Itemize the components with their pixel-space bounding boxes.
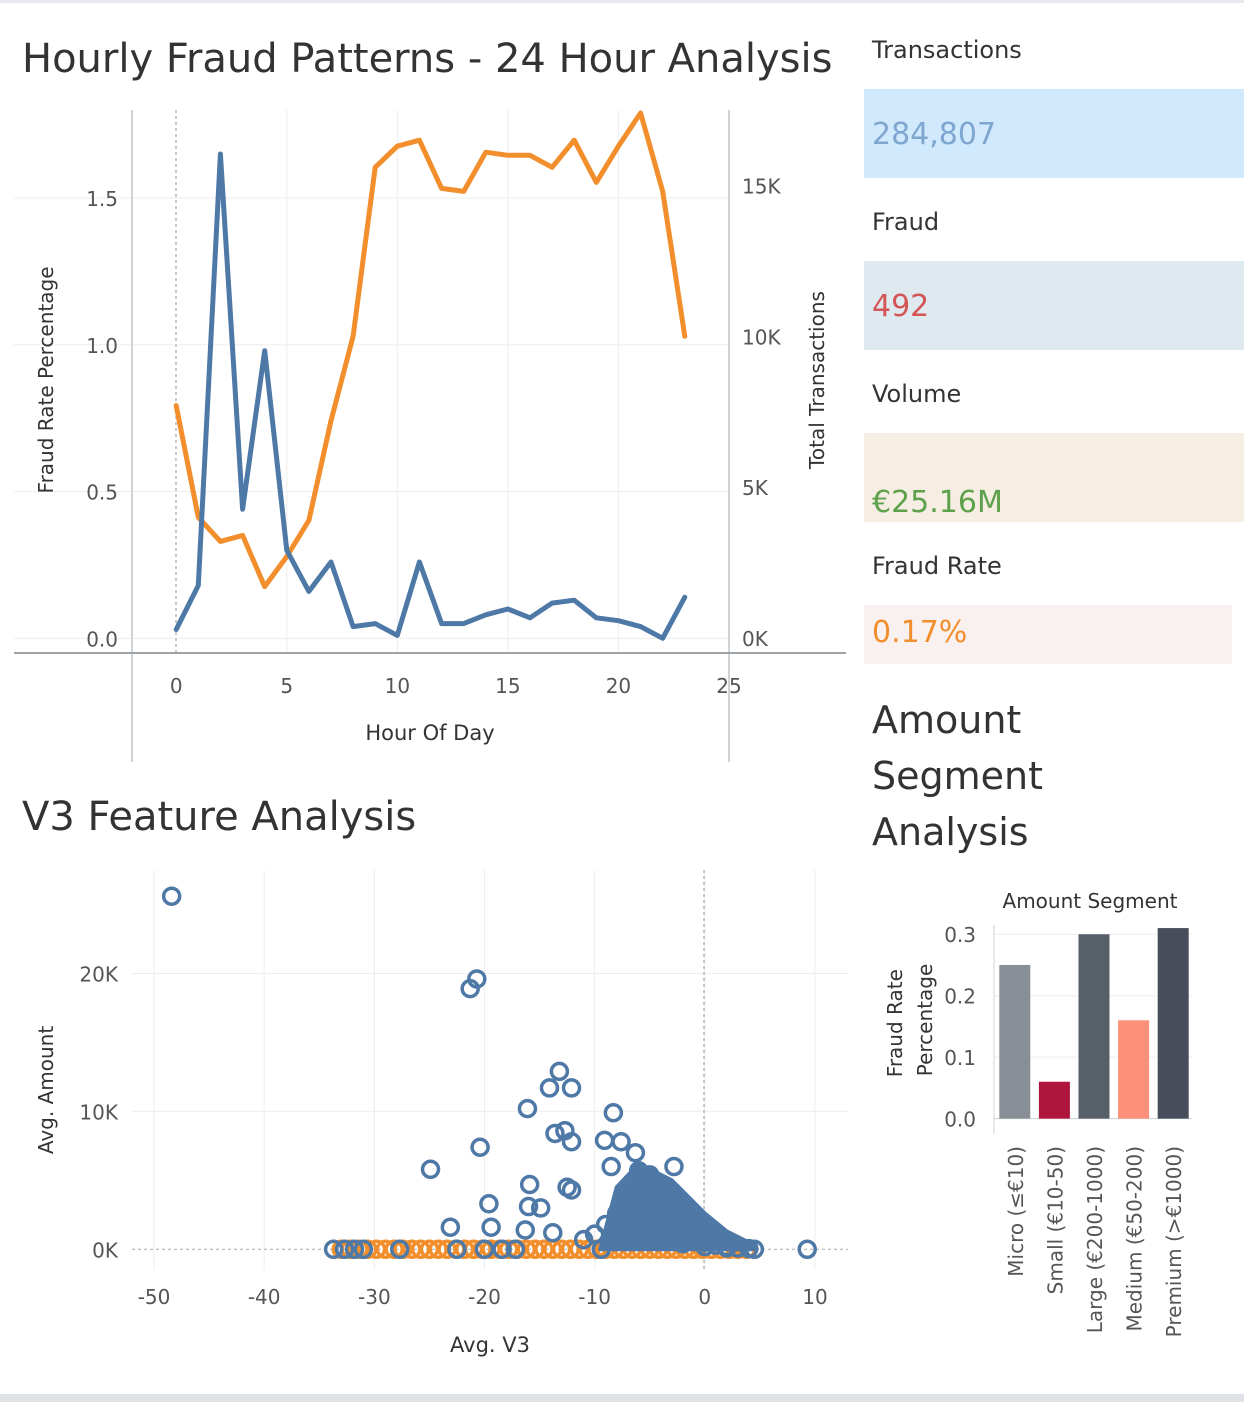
segment-category-label: Premium (>€1000)	[1162, 1146, 1186, 1337]
amount-segment-bar-chart[interactable]: Amount Segment 0.0 0.1 0.2 0.3 Micro (≤€10) S…	[860, 880, 1240, 1380]
transactions-line	[173, 110, 688, 590]
v3-point-blue	[561, 1078, 582, 1098]
v3-point-blue	[420, 1159, 441, 1180]
v3-x-tick-label: 10	[802, 1285, 827, 1309]
v3-chart-title: V3 Feature Analysis	[22, 794, 417, 840]
hourly-fraud-line-chart[interactable]: 0 5 10 15 20 25 0.0 0.5 1.0 1.5 0K 5K 10K 15K Hour Of…	[0, 100, 850, 770]
segment-bar	[999, 964, 1031, 1119]
hourly-y-tick-label: 0.0	[86, 627, 118, 651]
v3-x-tick-label: -40	[248, 1285, 281, 1309]
segment-tick-labels: 0.0 0.1 0.2 0.3 Micro (≤€10) Small (€10-50) La…	[944, 923, 1186, 1337]
kpi-fraud-rate-value: 0.17%	[872, 615, 968, 650]
v3-point-blue	[517, 1098, 538, 1119]
hourly-x-tick-label: 15	[495, 674, 520, 698]
hourly-x-tick-label: 20	[606, 674, 631, 698]
segment-y-axis-title-line2: Percentage	[913, 964, 937, 1077]
hourly-x-tick-label: 25	[716, 674, 741, 698]
v3-x-tick-label: -20	[468, 1285, 501, 1309]
kpi-transactions-tile[interactable]: 284,807	[864, 89, 1244, 178]
v3-point-blue	[549, 1061, 570, 1082]
hourly-x-axis-title: Hour Of Day	[365, 721, 494, 745]
v3-point-blue	[539, 1078, 560, 1098]
hourly-right-axis-title: Total Transactions	[805, 291, 829, 470]
segment-y-axis-title: Fraud Rate Percentage	[883, 963, 937, 1077]
kpi-volume-tile[interactable]: €25.16M	[864, 433, 1244, 522]
kpi-volume-label: Volume	[872, 380, 962, 408]
v3-points-group	[161, 886, 817, 1260]
hourly-y2-tick-label: 15K	[742, 174, 781, 198]
hourly-y2-tick-label: 5K	[742, 476, 769, 500]
v3-point-blue	[479, 1194, 499, 1214]
segment-bar	[1157, 928, 1189, 1119]
bottom-rule	[0, 1394, 1244, 1402]
kpi-transactions-value: 284,807	[872, 117, 997, 152]
kpi-fraud-rate-tile[interactable]: 0.17%	[864, 605, 1232, 664]
segment-y-tick-label: 0.1	[944, 1046, 976, 1070]
v3-point-blue	[664, 1156, 684, 1177]
hourly-y-tick-label: 0.5	[86, 481, 118, 505]
kpi-fraud-label: Fraud	[872, 208, 940, 236]
v3-point-blue	[625, 1143, 646, 1163]
segment-y-tick-label: 0.3	[944, 923, 976, 947]
v3-x-tick-label: -30	[358, 1285, 391, 1309]
v3-y-axis-title: Avg. Amount	[34, 1026, 58, 1155]
v3-point-blue	[601, 1156, 621, 1177]
v3-dense-cluster	[598, 1161, 757, 1252]
segment-chart-title: Amount Segment Analysis	[872, 698, 1043, 854]
v3-x-tick-label: -50	[138, 1285, 171, 1309]
hourly-x-tick-label: 5	[280, 674, 293, 698]
segment-y-axis-title-line1: Fraud Rate	[883, 969, 907, 1077]
v3-y-tick-label: 20K	[79, 962, 118, 986]
kpi-volume-value: €25.16M	[872, 485, 1003, 520]
v3-point-blue	[470, 1137, 490, 1157]
segment-y-tick-label: 0.2	[944, 985, 976, 1009]
hourly-series-group	[173, 110, 688, 641]
hourly-y-tick-label: 1.0	[86, 334, 118, 358]
kpi-transactions-label: Transactions	[872, 36, 1022, 64]
segment-bar	[1038, 1081, 1070, 1119]
top-rule	[0, 0, 1244, 3]
v3-y-tick-label: 0K	[92, 1238, 119, 1262]
v3-x-tick-label: -10	[578, 1285, 611, 1309]
v3-point-blue	[603, 1103, 624, 1123]
hourly-left-axis-title: Fraud Rate Percentage	[34, 267, 58, 494]
hourly-y2-tick-label: 10K	[742, 325, 781, 349]
kpi-fraud-tile[interactable]: 492	[864, 261, 1244, 350]
hourly-tick-labels: 0 5 10 15 20 25 0.0 0.5 1.0 1.5 0K 5K 10K 15K	[86, 174, 781, 698]
v3-point-blue	[161, 886, 182, 906]
v3-point-blue	[594, 1130, 615, 1151]
v3-x-tick-label: 0	[698, 1285, 711, 1309]
hourly-x-tick-label: 0	[170, 674, 183, 698]
segment-category-label: Large (€200-1000)	[1083, 1146, 1107, 1333]
v3-point-blue	[519, 1174, 540, 1195]
v3-point-blue	[543, 1223, 563, 1243]
segment-category-label: Small (€10-50)	[1043, 1146, 1067, 1294]
kpi-fraud-value: 492	[872, 289, 930, 324]
kpi-fraud-rate-label: Fraud Rate	[872, 552, 1002, 580]
v3-point-blue	[481, 1217, 501, 1237]
segment-header: Amount Segment	[1003, 889, 1178, 913]
v3-point-blue	[515, 1220, 535, 1240]
hourly-x-tick-label: 10	[385, 674, 410, 698]
segment-category-label: Micro (≤€10)	[1004, 1146, 1028, 1277]
segment-y-tick-label: 0.0	[944, 1108, 976, 1132]
hourly-chart-title: Hourly Fraud Patterns - 24 Hour Analysis	[22, 36, 833, 82]
segment-bar	[1118, 1020, 1150, 1119]
segment-category-label: Medium (€50-200)	[1123, 1146, 1147, 1332]
fraud-rate-line	[173, 151, 688, 641]
v3-scatter-chart[interactable]: -50 -40 -30 -20 -10 0 10 0K 10K 20K Avg. V3 Avg. …	[0, 860, 860, 1370]
v3-point-blue	[611, 1131, 631, 1152]
segment-bar	[1078, 934, 1110, 1119]
v3-x-axis-title: Avg. V3	[450, 1333, 530, 1357]
v3-point-blue	[440, 1217, 461, 1237]
hourly-y2-tick-label: 0K	[742, 627, 769, 651]
hourly-y-tick-label: 1.5	[86, 187, 118, 211]
v3-y-tick-label: 10K	[79, 1100, 118, 1124]
segment-bars-group	[999, 928, 1189, 1119]
